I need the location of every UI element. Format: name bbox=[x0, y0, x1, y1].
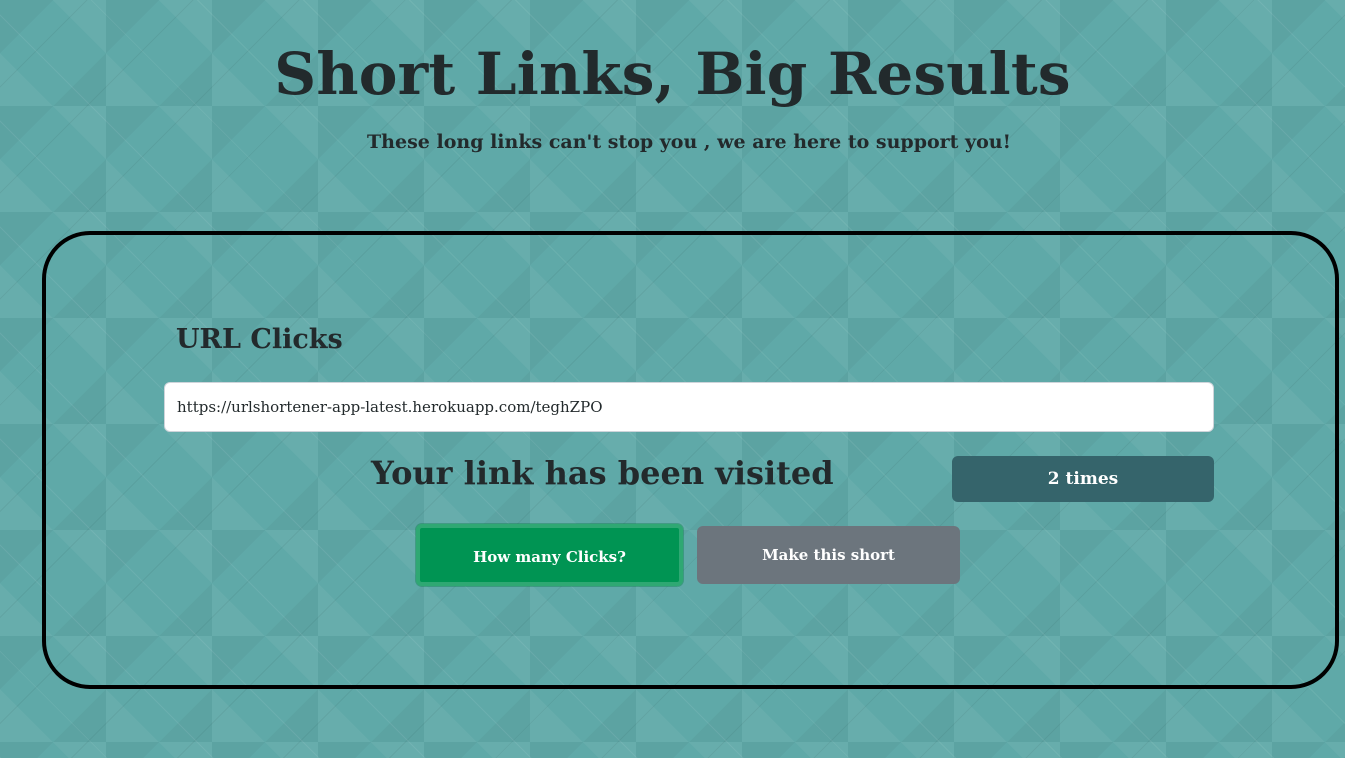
page-subtitle: These long links can't stop you , we are… bbox=[367, 131, 1011, 153]
visited-message: Your link has been visited bbox=[371, 454, 834, 492]
url-clicks-heading: URL Clicks bbox=[176, 324, 343, 355]
how-many-clicks-button[interactable]: How many Clicks? bbox=[416, 524, 683, 586]
url-input[interactable] bbox=[164, 382, 1214, 432]
click-count-badge: 2 times bbox=[952, 456, 1214, 502]
page-title: Short Links, Big Results bbox=[274, 40, 1071, 108]
make-short-button[interactable]: Make this short bbox=[697, 526, 960, 584]
